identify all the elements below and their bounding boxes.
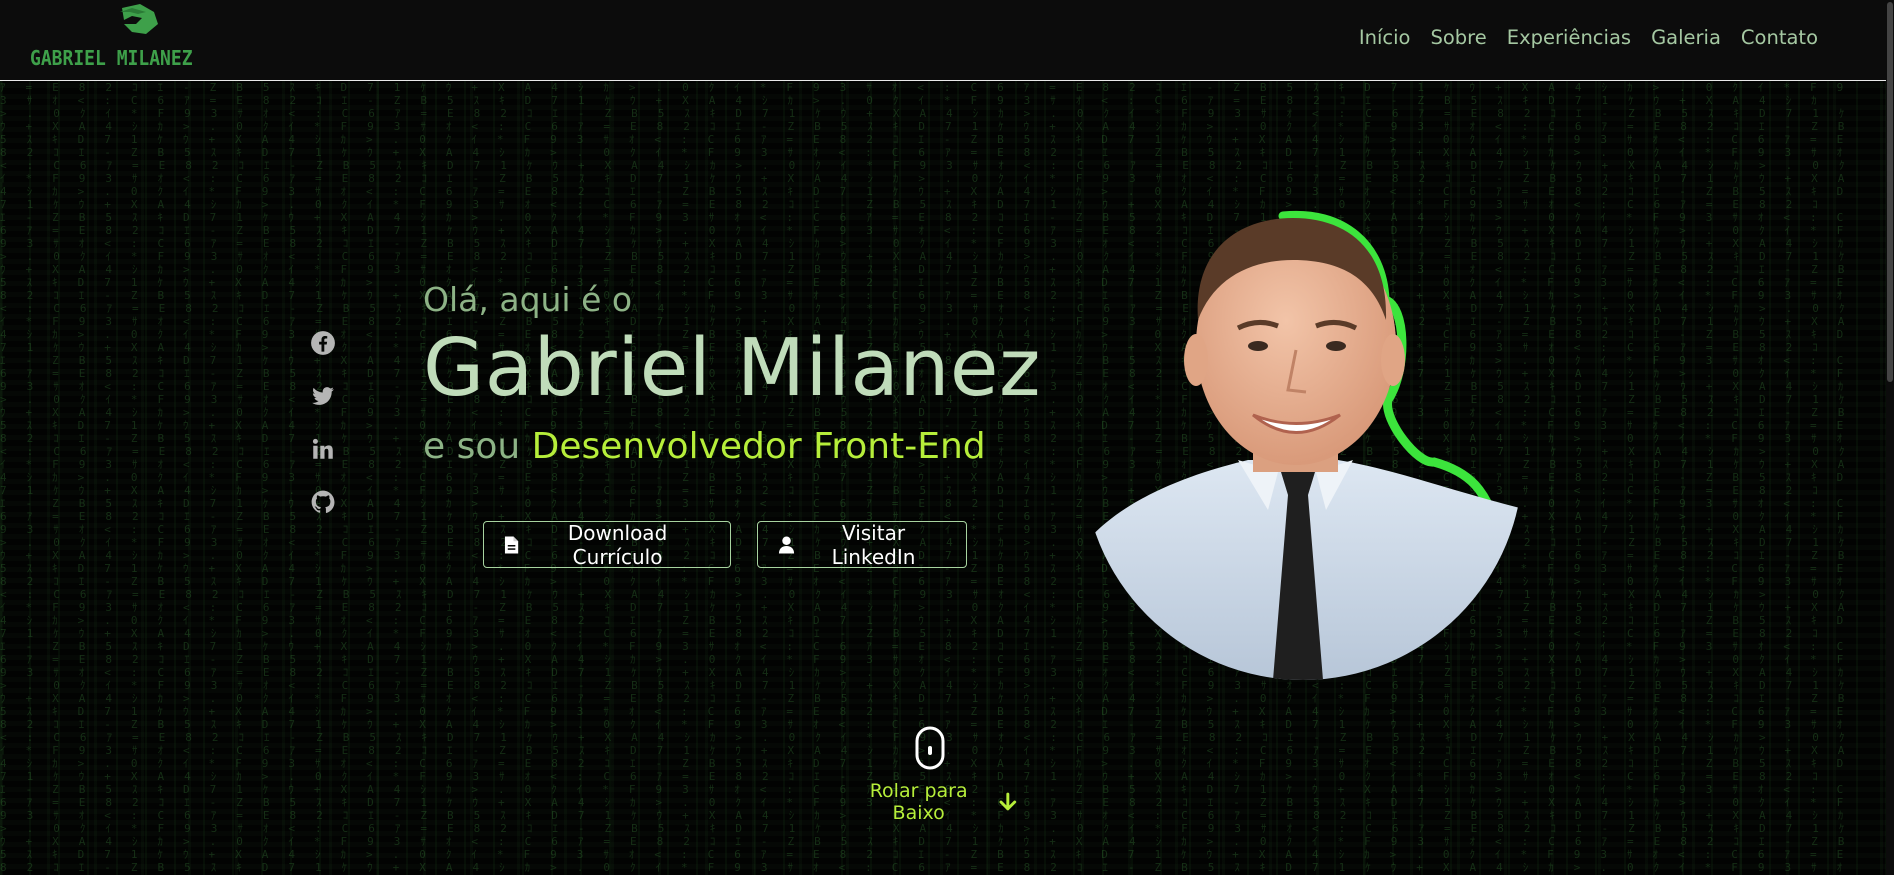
hero-role: e sou Desenvolvedor Front-End xyxy=(423,426,1041,467)
hero-buttons: Download Currículo Visitar LinkedIn xyxy=(483,520,967,569)
nav-link-experiencias[interactable]: Experiências xyxy=(1507,26,1631,49)
hero-role-highlight: Desenvolvedor Front-End xyxy=(531,426,986,467)
profile-photo xyxy=(1088,210,1523,680)
site-logo[interactable]: GABRIEL MILANEZ xyxy=(28,2,198,72)
nav-link-inicio[interactable]: Início xyxy=(1359,26,1411,49)
visit-linkedin-label: Visitar LinkedIn xyxy=(831,520,916,569)
download-cv-label: Download Currículo xyxy=(567,520,668,569)
user-icon xyxy=(778,535,795,554)
scroll-label: Rolar para Baixo xyxy=(869,780,968,824)
hero-text: Olá, aqui é o Gabriel Milanez e sou Dese… xyxy=(423,280,1041,467)
download-cv-button[interactable]: Download Currículo xyxy=(483,520,731,569)
arrow-down-icon xyxy=(999,792,1017,811)
nav-link-sobre[interactable]: Sobre xyxy=(1431,26,1487,49)
mouse-icon xyxy=(915,726,944,770)
logo-g-icon xyxy=(120,4,158,34)
page-scrollbar[interactable] xyxy=(1886,0,1894,875)
scrollbar-thumb[interactable] xyxy=(1887,2,1893,382)
facebook-icon[interactable] xyxy=(310,330,336,356)
hero-role-prefix: e sou xyxy=(423,426,521,467)
main-nav: Início Sobre Experiências Galeria Contat… xyxy=(1359,26,1818,49)
hero-greeting: Olá, aqui é o xyxy=(423,280,633,319)
nav-link-contato[interactable]: Contato xyxy=(1741,26,1818,49)
scroll-down[interactable]: Rolar para Baixo xyxy=(842,726,1017,824)
twitter-icon[interactable] xyxy=(310,383,336,409)
scroll-label-row: Rolar para Baixo xyxy=(842,780,1017,824)
file-icon xyxy=(504,535,519,554)
github-icon[interactable] xyxy=(310,489,336,515)
top-navbar: GABRIEL MILANEZ Início Sobre Experiência… xyxy=(0,0,1886,81)
social-links xyxy=(310,330,340,542)
linkedin-icon[interactable] xyxy=(310,436,336,462)
hero-name: Gabriel Milanez xyxy=(423,322,1041,414)
nav-link-galeria[interactable]: Galeria xyxy=(1651,26,1721,49)
logo-text: GABRIEL MILANEZ xyxy=(30,46,193,70)
visit-linkedin-button[interactable]: Visitar LinkedIn xyxy=(757,520,967,569)
